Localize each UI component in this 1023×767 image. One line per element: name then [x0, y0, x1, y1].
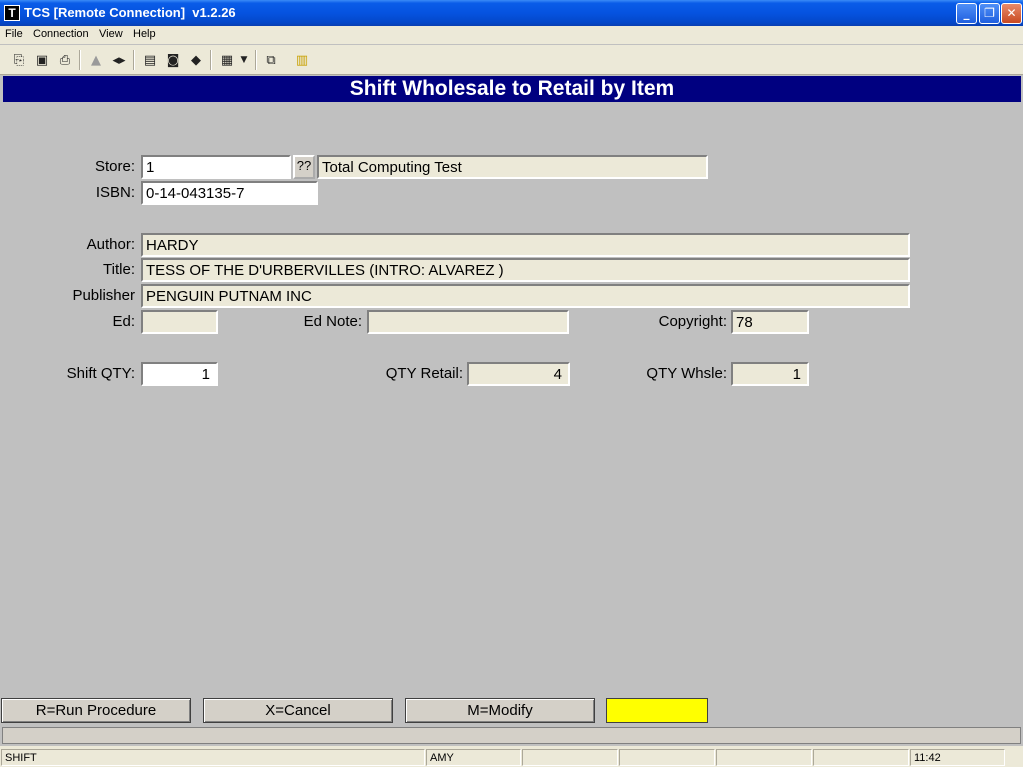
publisher-field: PENGUIN PUTNAM INC	[141, 284, 910, 308]
status-user: AMY	[426, 749, 521, 766]
report-icon[interactable]: ▤	[140, 50, 160, 70]
chart-icon[interactable]: ▥	[292, 50, 312, 70]
title-label: Title:	[103, 261, 135, 278]
app-icon: T	[4, 5, 20, 21]
lock-icon[interactable]: ▲	[86, 50, 106, 70]
author-field: HARDY	[141, 233, 910, 257]
network-icon[interactable]: ⧉	[261, 50, 281, 70]
status-indicator	[606, 698, 708, 723]
toolbar: ⎘ ▣ ⎙ ▲ ◂▸ ▤ ◙ ◆ ▦ ▼ ⧉ ▥	[0, 45, 1023, 75]
status-panel-5	[716, 749, 812, 766]
ed-note-field	[367, 310, 569, 334]
window-title: TCS [Remote Connection] v1.2.26	[24, 5, 236, 20]
qty-whsle-field: 1	[731, 362, 809, 386]
cancel-button[interactable]: X=Cancel	[203, 698, 393, 723]
document-icon[interactable]: ▦	[217, 50, 237, 70]
ed-note-label: Ed Note:	[303, 313, 362, 330]
minimize-icon[interactable]: _	[956, 3, 977, 24]
save-icon[interactable]: ▣	[32, 50, 52, 70]
page-title: Shift Wholesale to Retail by Item	[3, 76, 1021, 102]
shift-qty-label: Shift QTY:	[66, 365, 135, 382]
qty-whsle-label: QTY Whsle:	[646, 365, 727, 382]
print-icon[interactable]: ⎙	[55, 50, 75, 70]
menu-help[interactable]: Help	[133, 28, 156, 40]
copyright-label: Copyright:	[658, 313, 727, 330]
menu-file[interactable]: File	[5, 28, 23, 40]
run-procedure-button[interactable]: R=Run Procedure	[1, 698, 191, 723]
ed-field	[141, 310, 218, 334]
status-mode: SHIFT	[1, 749, 425, 766]
book-icon[interactable]: ◆	[186, 50, 206, 70]
message-bar	[2, 727, 1021, 744]
isbn-input[interactable]: 0-14-043135-7	[141, 181, 318, 205]
store-input[interactable]: 1	[141, 155, 291, 179]
close-icon[interactable]: ✕	[1001, 3, 1022, 24]
menu-bar: File Connection View Help	[0, 26, 1023, 44]
author-label: Author:	[86, 236, 135, 253]
status-panel-4	[619, 749, 715, 766]
restore-icon[interactable]: ❐	[979, 3, 1000, 24]
copyright-field: 78	[731, 310, 809, 334]
menu-view[interactable]: View	[99, 28, 123, 40]
status-panel-6	[813, 749, 909, 766]
monitor-icon[interactable]: ◙	[163, 50, 183, 70]
status-panel-3	[522, 749, 618, 766]
status-time: 11:42	[910, 749, 1005, 766]
store-label: Store:	[94, 158, 135, 175]
ed-label: Ed:	[112, 313, 135, 330]
dropdown-arrow-icon[interactable]: ▼	[238, 50, 250, 70]
shift-qty-input[interactable]: 1	[141, 362, 218, 386]
audio-icon[interactable]: ◂▸	[109, 50, 129, 70]
title-field: TESS OF THE D'URBERVILLES (INTRO: ALVARE…	[141, 258, 910, 282]
window-title-bar[interactable]: T TCS [Remote Connection] v1.2.26 _ ❐ ✕	[0, 0, 1023, 26]
qty-retail-field: 4	[467, 362, 570, 386]
copy-icon[interactable]: ⎘	[9, 50, 29, 70]
publisher-label: Publisher	[72, 287, 135, 304]
qty-retail-label: QTY Retail:	[385, 365, 463, 382]
isbn-label: ISBN:	[95, 184, 135, 201]
store-name-field: Total Computing Test	[317, 155, 708, 179]
modify-button[interactable]: M=Modify	[405, 698, 595, 723]
store-lookup-button[interactable]: ??	[293, 155, 315, 179]
menu-connection[interactable]: Connection	[33, 28, 89, 40]
status-bar: SHIFT AMY 11:42	[0, 746, 1023, 767]
